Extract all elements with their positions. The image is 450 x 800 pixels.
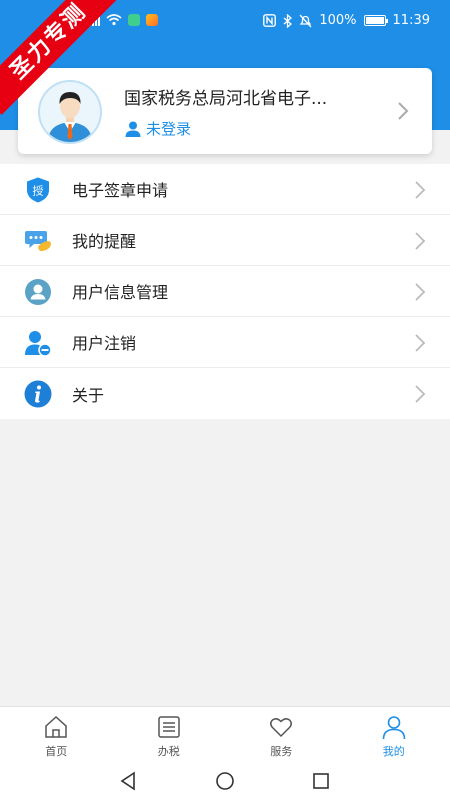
status-right-icons: 100% 11:39 (263, 13, 430, 28)
bottom-tab-bar: 首页 办税 服务 我的 (0, 706, 450, 762)
person-small-icon (125, 121, 141, 137)
menu-item-my-reminders[interactable]: 我的提醒 (0, 215, 450, 266)
chevron-right-icon (415, 232, 426, 250)
tab-label: 首页 (45, 745, 68, 758)
reminder-chat-icon (25, 231, 51, 252)
settings-menu: 授 电子签章申请 我的提醒 用户信息管理 用户注销 关于 (0, 164, 450, 419)
chevron-right-icon (415, 283, 426, 301)
tab-home[interactable]: 首页 (0, 707, 113, 762)
menu-label: 关于 (72, 385, 105, 405)
tab-mine[interactable]: 我的 (338, 707, 450, 762)
bluetooth-icon (283, 13, 293, 28)
system-nav-bar (0, 762, 450, 800)
info-icon (24, 380, 52, 408)
menu-item-user-deregister[interactable]: 用户注销 (0, 317, 450, 368)
app-notification-icon (146, 14, 158, 26)
tab-label: 服务 (270, 745, 293, 758)
heart-icon (270, 718, 293, 738)
tab-tax[interactable]: 办税 (113, 707, 226, 762)
profile-card[interactable]: 国家税务总局河北省电子... 未登录 (18, 68, 432, 154)
user-avatar-icon (38, 80, 102, 144)
person-icon (382, 716, 406, 740)
user-info-icon (25, 279, 51, 305)
mute-icon (299, 14, 312, 27)
menu-label: 电子签章申请 (72, 181, 169, 200)
tab-label: 办税 (157, 745, 180, 758)
menu-label: 用户信息管理 (72, 283, 169, 302)
organization-name: 国家税务总局河北省电子... (124, 89, 328, 109)
nfc-icon (263, 14, 277, 27)
list-icon (158, 716, 180, 738)
login-status[interactable]: 未登录 (124, 118, 191, 139)
chevron-right-icon (415, 181, 426, 199)
chevron-right-icon (398, 102, 409, 120)
home-icon (45, 715, 67, 738)
menu-item-user-info[interactable]: 用户信息管理 (0, 266, 450, 317)
authorize-shield-icon: 授 (27, 177, 49, 203)
menu-item-about[interactable]: 关于 (0, 368, 450, 419)
tab-label: 我的 (382, 745, 405, 758)
clock: 11:39 (392, 13, 430, 28)
recents-icon[interactable] (310, 770, 332, 792)
menu-item-e-signature[interactable]: 授 电子签章申请 (0, 164, 450, 215)
app-notification-icon (128, 14, 140, 26)
login-status-label: 未登录 (146, 120, 192, 138)
authorize-shield-text: 授 (33, 184, 44, 198)
home-nav-icon[interactable] (214, 770, 236, 792)
battery-icon (363, 15, 388, 26)
menu-label: 我的提醒 (72, 232, 137, 251)
battery-percent: 100% (319, 13, 357, 28)
user-remove-icon (25, 331, 52, 357)
tab-service[interactable]: 服务 (225, 707, 338, 762)
chevron-right-icon (415, 385, 426, 403)
wifi-icon (106, 14, 122, 26)
menu-label: 用户注销 (72, 334, 137, 353)
back-icon[interactable] (118, 770, 140, 792)
chevron-right-icon (415, 334, 426, 352)
